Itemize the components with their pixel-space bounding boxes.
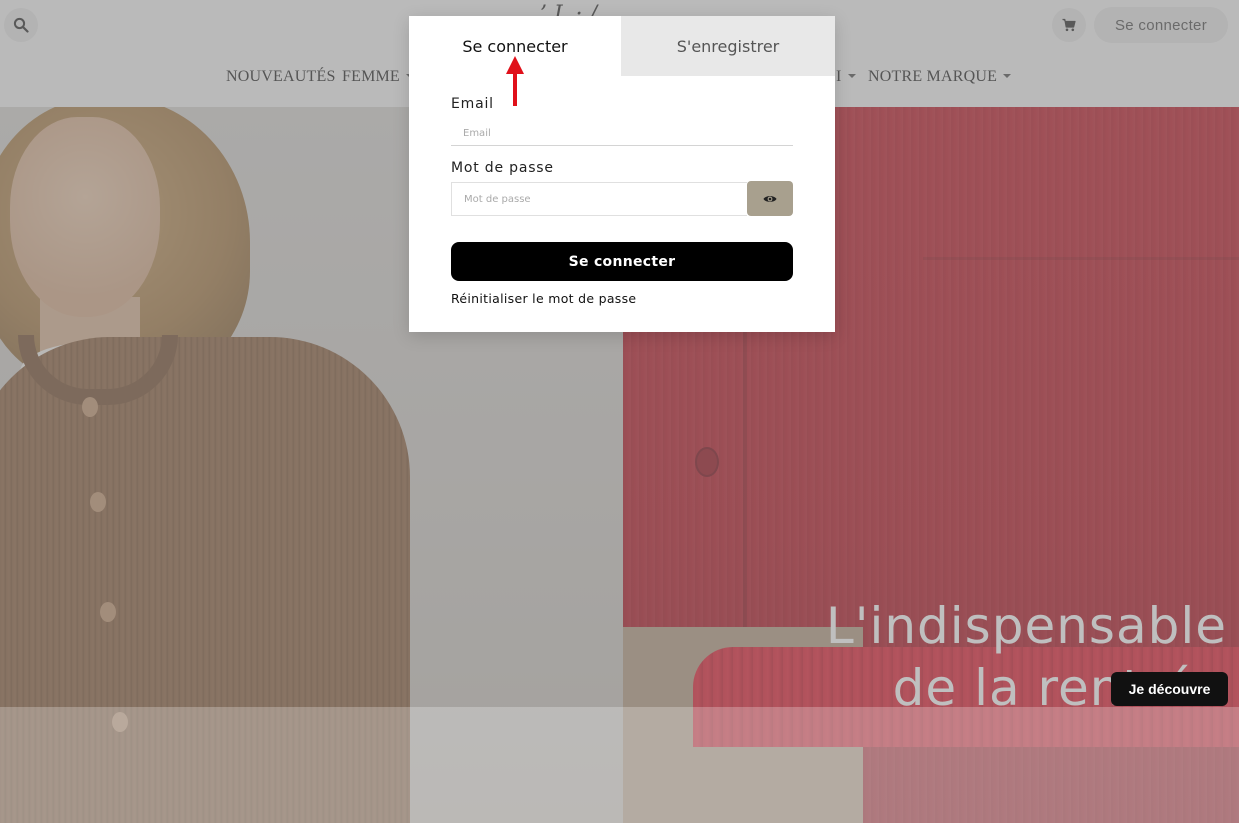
bottom-strip [0,707,1239,823]
reset-password-link[interactable]: Réinitialiser le mot de passe [451,291,636,306]
email-field[interactable] [451,122,793,146]
email-label: Email [451,96,494,112]
login-submit-button[interactable]: Se connecter [451,242,793,281]
arrow-up-icon [506,56,524,106]
show-password-button[interactable] [747,181,793,216]
discover-button[interactable]: Je découvre [1111,672,1228,706]
eye-icon [763,195,777,202]
tab-register[interactable]: S'enregistrer [621,16,835,76]
login-modal: Se connecter S'enregistrer Email Mot de … [409,16,835,332]
password-label: Mot de passe [451,160,554,176]
password-field[interactable] [451,182,747,216]
